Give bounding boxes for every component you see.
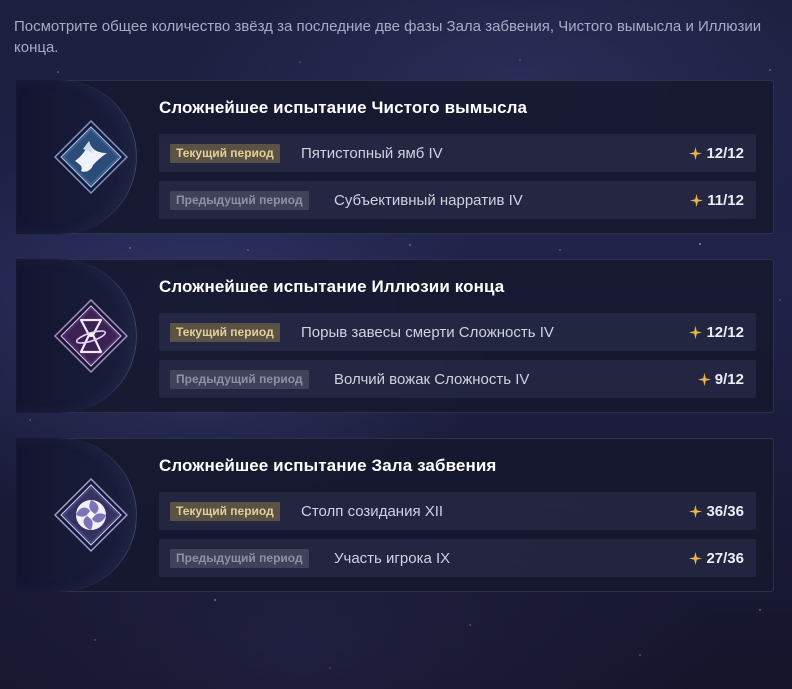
star-icon [689,326,703,339]
stage-name: Волчий вожак Сложность IV [334,371,530,388]
current-period-badge: Текущий период [170,323,280,342]
star-icon [689,505,703,518]
previous-period-badge: Предыдущий период [170,370,309,389]
card-apocalyptic-shadow: Сложнейшее испытание Иллюзии конца Текущ… [16,259,774,413]
stage-name: Столп созидания XII [301,503,444,520]
star-score: 12/12 [689,323,744,342]
stage-name: Субъективный нарратив IV [334,192,523,209]
card-title: Сложнейшее испытание Иллюзии конца [159,277,505,296]
star-icon [689,147,703,160]
star-score-value: 11/12 [707,192,744,209]
star-icon [689,552,703,565]
intro-description: Посмотрите общее количество звёзд за пос… [14,18,762,56]
star-score: 11/12 [690,191,744,210]
star-score: 9/12 [697,370,744,389]
star-icon [697,373,711,386]
previous-period-badge: Предыдущий период [170,191,309,210]
card-title: Сложнейшее испытание Чистого вымысла [159,98,528,117]
bird-emblem-icon [53,119,129,195]
current-period-row: Текущий период Столп созидания XII 36/36 [159,492,756,530]
card-title: Сложнейшее испытание Зала забвения [159,456,497,475]
star-icon [690,194,704,207]
star-score-value: 27/36 [706,550,744,567]
star-score-value: 12/12 [706,145,744,162]
stage-name: Пятистопный ямб IV [301,145,443,162]
stage-name: Участь игрока IX [334,550,451,567]
star-score: 27/36 [689,549,744,568]
previous-period-badge: Предыдущий период [170,549,309,568]
current-period-badge: Текущий период [170,502,280,521]
card-pure-fiction: Сложнейшее испытание Чистого вымысла Тек… [16,80,774,234]
star-score: 36/36 [689,502,744,521]
current-period-row: Текущий период Порыв завесы смерти Сложн… [159,313,756,351]
star-score-value: 12/12 [706,324,744,341]
hourglass-emblem-icon [53,298,129,374]
vortex-emblem-icon [53,477,129,553]
star-score-value: 36/36 [706,503,744,520]
previous-period-row: Предыдущий период Волчий вожак Сложность… [159,360,756,398]
previous-period-row: Предыдущий период Участь игрока IX 27/36 [159,539,756,577]
current-period-badge: Текущий период [170,144,280,163]
previous-period-row: Предыдущий период Субъективный нарратив … [159,181,756,219]
star-score: 12/12 [689,144,744,163]
card-forgotten-hall: Сложнейшее испытание Зала забвения Текущ… [16,438,774,592]
stage-name: Порыв завесы смерти Сложность IV [301,324,554,341]
star-score-value: 9/12 [714,371,744,388]
current-period-row: Текущий период Пятистопный ямб IV 12/12 [159,134,756,172]
